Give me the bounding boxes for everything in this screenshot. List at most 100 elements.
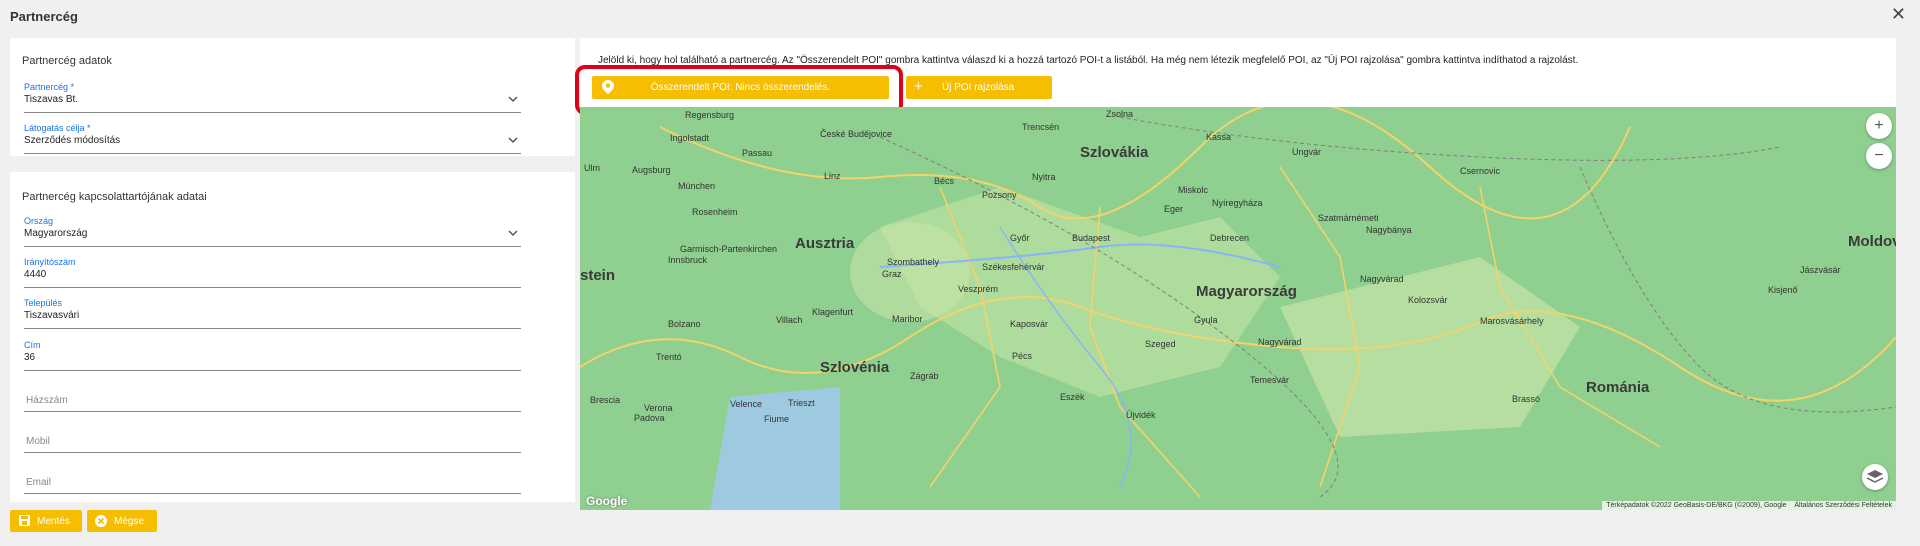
plus-icon: + — [914, 78, 923, 95]
address-label: Cím — [24, 340, 41, 350]
map-attribution-text: Térképadatok ©2022 GeoBasis-DE/BKG (©200… — [1606, 502, 1787, 509]
map-label-city: Eger — [1164, 204, 1184, 214]
country-select[interactable]: Ország Magyarország — [24, 216, 521, 247]
map-label-country: Szlovénia — [820, 359, 890, 376]
map-label-city: Temesvár — [1250, 375, 1290, 385]
assigned-poi-label: Összerendelt POI: Nincs összerendelés. — [650, 82, 831, 93]
email-field[interactable]: Email — [24, 463, 521, 494]
map-canvas[interactable]: Szlovákia Ausztria Magyarország Szlovéni… — [580, 107, 1896, 510]
zip-label: Irányítószám — [24, 257, 76, 267]
zoom-out-button[interactable]: − — [1866, 143, 1892, 169]
map-label-city: Nagyvárad — [1258, 337, 1302, 347]
country-label: Ország — [24, 216, 54, 226]
map-terms-link[interactable]: Általános Szerződési Feltételek — [1794, 502, 1892, 509]
partner-section-title: Partnercég adatok — [22, 55, 112, 67]
map-label-country: Magyarország — [1196, 283, 1297, 300]
save-button[interactable]: Mentés — [10, 510, 82, 532]
map-label-city: Pozsony — [982, 190, 1017, 200]
map-label-city: Gyula — [1194, 315, 1218, 325]
save-icon — [19, 515, 30, 526]
address-field[interactable]: Cím 36 — [24, 340, 521, 371]
map-label-city: Veszprém — [958, 284, 999, 294]
save-label: Mentés — [37, 516, 70, 527]
map-label-city: Kolozsvár — [1408, 295, 1448, 305]
contact-section-title: Partnercég kapcsolattartójának adatai — [22, 191, 207, 203]
map-label-city: Pécs — [1012, 351, 1033, 361]
map-label-city: Verona — [644, 403, 673, 413]
cancel-label: Mégse — [114, 516, 145, 527]
partner-select[interactable]: Partnercég * Tiszavas Bt. — [24, 82, 521, 113]
house-number-placeholder: Házszám — [26, 395, 68, 406]
new-poi-button[interactable]: + Új POI rajzolása — [906, 76, 1052, 99]
map-label-country: Szlovákia — [1080, 144, 1149, 161]
map-label-city: Ulm — [584, 163, 600, 173]
map-label-city: Villach — [776, 315, 803, 325]
map-label-city: Szatmárnémeti — [1318, 213, 1379, 223]
map-label-city: Zágráb — [910, 371, 939, 381]
map-label-city: Jászvásár — [1800, 265, 1841, 275]
map-attribution: Térképadatok ©2022 GeoBasis-DE/BKG (©200… — [1602, 501, 1896, 510]
google-logo: Google — [586, 494, 628, 508]
map-label-city: Csernovic — [1460, 166, 1501, 176]
map-label-city: Rosenheim — [692, 207, 738, 217]
zip-field[interactable]: Irányítószám 4440 — [24, 257, 521, 288]
map-label-city: Linz — [824, 171, 841, 181]
map-label-city: Szombathely — [887, 257, 940, 267]
map-label-city: Szeged — [1145, 339, 1176, 349]
country-value: Magyarország — [24, 228, 88, 239]
map-label-city: Innsbruck — [668, 255, 708, 265]
cancel-circle-icon — [95, 515, 107, 527]
map-label-city: Trieszt — [788, 398, 815, 408]
address-value: 36 — [24, 352, 36, 363]
map-label-city: Passau — [742, 148, 773, 158]
map-label-city: Eszék — [1060, 392, 1085, 402]
map-label-city: Székesfehérvár — [982, 262, 1045, 272]
cancel-button[interactable]: Mégse — [87, 510, 157, 532]
map-instruction: Jelöld ki, hogy hol található a partnerc… — [598, 55, 1579, 66]
mobile-placeholder: Mobil — [26, 436, 50, 447]
map-label-city: Nagybánya — [1366, 225, 1412, 235]
map-label-city: Nyitra — [1032, 172, 1056, 182]
map-label-city: Zsolna — [1106, 109, 1134, 119]
partner-label: Partnercég * — [24, 82, 75, 92]
map-label-city: Újvidék — [1126, 410, 1156, 420]
partner-data-card: Partnercég adatok Partnercég * Tiszavas … — [10, 38, 575, 156]
map-label-country: Románia — [1586, 379, 1650, 396]
close-icon[interactable]: ✕ — [1891, 5, 1906, 23]
map-label-city: München — [678, 181, 716, 191]
map-panel: Jelöld ki, hogy hol található a partnerc… — [575, 38, 1896, 510]
map-label-country: stein — [580, 267, 616, 284]
chevron-down-icon — [508, 230, 518, 237]
visit-purpose-select[interactable]: Látogatás célja * Szerződés módosítás — [24, 123, 521, 154]
map-label-city: Ingolstadt — [670, 133, 710, 143]
map-label-city: Graz — [882, 269, 902, 279]
map-label-city: Ungvár — [1292, 147, 1322, 157]
map-label-city: Fiume — [764, 414, 790, 424]
dialog-header: Partnercég ✕ — [0, 0, 1920, 32]
city-field[interactable]: Település Tiszavasvári — [24, 298, 521, 329]
visit-purpose-value: Szerződés módosítás — [24, 135, 121, 146]
map-label-city: Budapest — [1072, 233, 1111, 243]
layers-icon[interactable] — [1862, 464, 1888, 490]
assigned-poi-button[interactable]: Összerendelt POI: Nincs összerendelés. — [592, 76, 889, 99]
map-label-city: Miskolc — [1178, 185, 1209, 195]
map-label-city: Regensburg — [685, 110, 735, 120]
map-label-city: Bécs — [934, 176, 955, 186]
mobile-field[interactable]: Mobil — [24, 422, 521, 453]
zoom-in-button[interactable]: + — [1866, 113, 1892, 139]
map-label-city: Brassó — [1512, 394, 1541, 404]
map-label-country: Moldova — [1848, 233, 1896, 250]
dialog-title: Partnercég — [10, 9, 78, 24]
visit-purpose-label: Látogatás célja * — [24, 123, 91, 133]
map-label-city: Trentó — [656, 352, 682, 362]
map-label-city: Kaposvár — [1010, 319, 1049, 329]
map-label-city: Győr — [1010, 233, 1030, 243]
zip-value: 4440 — [24, 269, 47, 280]
map-label-city: Maribor — [892, 314, 923, 324]
map-label-city: Kisjenő — [1768, 285, 1798, 295]
map-label-city: České Budějovice — [820, 129, 893, 139]
house-number-field[interactable]: Házszám — [24, 381, 521, 412]
city-label: Település — [24, 298, 63, 308]
chevron-down-icon — [508, 137, 518, 144]
map-label-city: Debrecen — [1210, 233, 1250, 243]
